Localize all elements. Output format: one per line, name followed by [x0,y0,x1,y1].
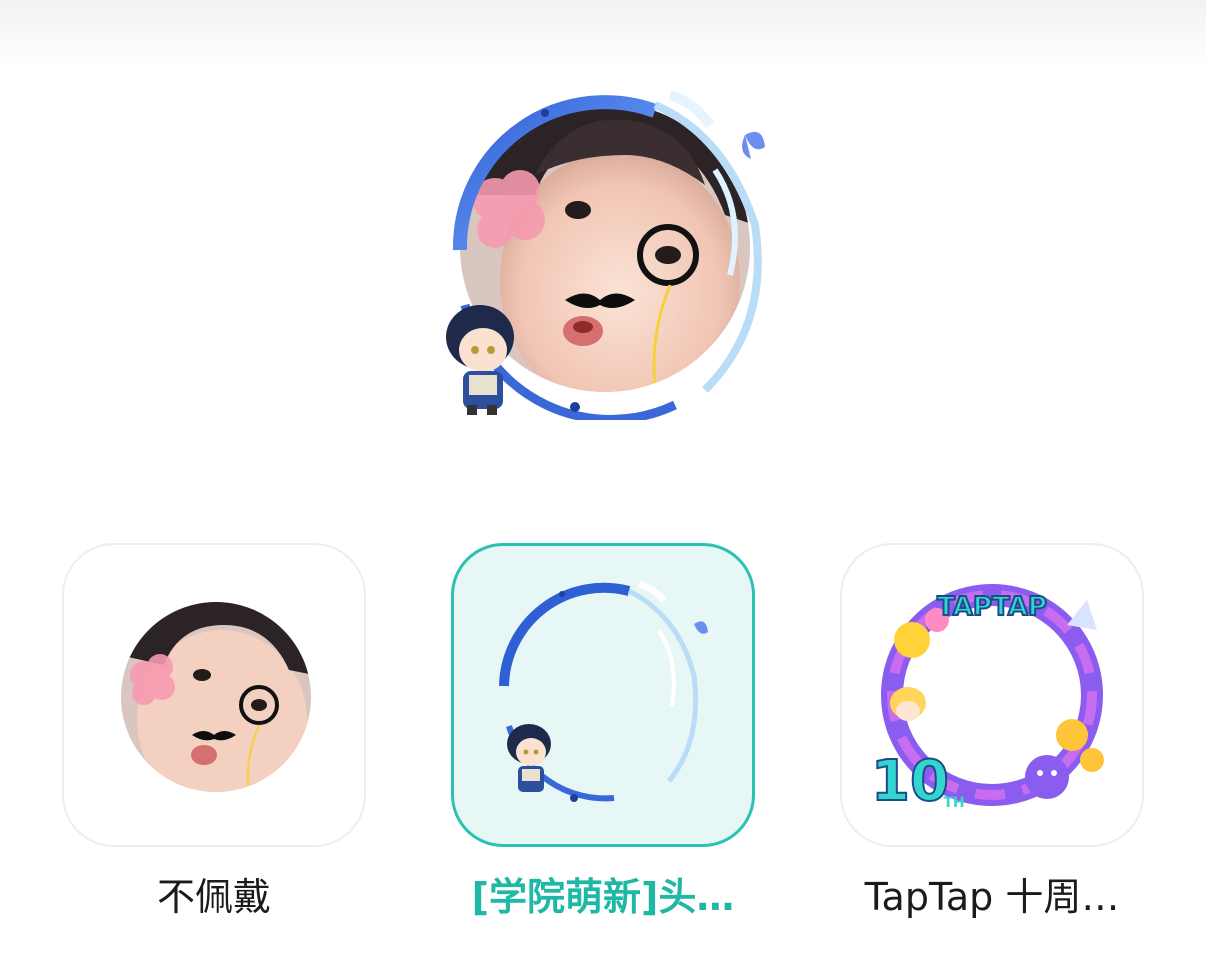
avatar-photo-icon [121,602,311,792]
frame-option-none[interactable] [62,543,366,847]
top-fade [0,0,1206,70]
academy-frame-icon [499,580,708,802]
avatar-preview [425,75,785,424]
tenth-number: 10 [871,749,949,814]
taptap-10th-frame-icon: TAPTAP 10 TH [870,584,1104,815]
frame-label-academy[interactable]: [学院萌新]头… [451,871,755,923]
frame-label-taptap-10th[interactable]: TapTap 十周… [840,871,1144,923]
avatar-with-frame-icon [446,90,765,424]
frame-option-academy[interactable] [451,543,755,847]
frame-label-none[interactable]: 不佩戴 [62,871,366,923]
tenth-suffix: TH [943,795,964,811]
frame-option-taptap-10th[interactable]: TAPTAP 10 TH [840,543,1144,847]
taptap-logo-text: TAPTAP [937,592,1047,622]
